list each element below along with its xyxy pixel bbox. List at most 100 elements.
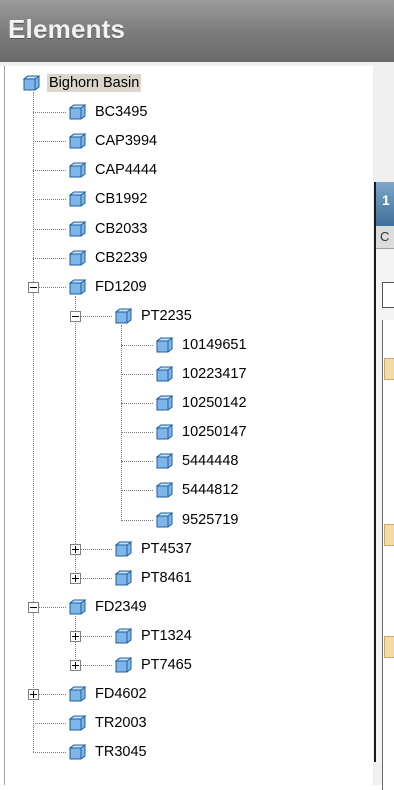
tree-item-label: BC3495	[95, 104, 148, 121]
tree-connector-line	[121, 490, 153, 492]
background-dialog-tabstrip: C	[376, 226, 394, 249]
tree-item[interactable]: PT1324	[115, 622, 194, 650]
minus-box-icon[interactable]	[28, 601, 39, 613]
tree-item[interactable]: CAP3994	[69, 127, 159, 155]
tree-item-label: CB2239	[95, 249, 148, 266]
tree-connector-line	[121, 432, 153, 434]
tree-item[interactable]: PT2235	[115, 302, 194, 330]
tree-item[interactable]: FD4602	[69, 680, 149, 708]
minus-box-icon[interactable]	[70, 310, 81, 322]
cube-icon	[69, 191, 87, 207]
tree-item[interactable]: CB2033	[69, 215, 149, 243]
tree-connector-line	[33, 723, 66, 725]
cube-icon	[69, 599, 87, 615]
tree-item[interactable]: 10223417	[156, 360, 249, 388]
plus-box-icon[interactable]	[70, 572, 81, 584]
tree-connector-line	[121, 374, 153, 375]
plus-box-icon[interactable]	[70, 543, 81, 555]
background-dialog-marker	[384, 524, 394, 546]
tree-guide-line	[33, 92, 34, 753]
cube-icon	[156, 453, 174, 469]
background-dialog-caption-text: 1	[382, 192, 390, 208]
tree-item[interactable]: PT8461	[115, 564, 194, 592]
tree-item[interactable]: PT7465	[115, 651, 194, 679]
tree-item[interactable]: BC3495	[69, 98, 149, 126]
tree-item-label: CAP4444	[95, 162, 158, 179]
tree-connector-line	[33, 141, 66, 143]
cube-icon	[156, 424, 174, 440]
tree-item[interactable]: PT4537	[115, 535, 194, 563]
tree-root-item[interactable]: Bighorn Basin	[23, 69, 142, 97]
tree-item[interactable]: CB1992	[69, 185, 149, 213]
tree-item[interactable]: 9525719	[156, 506, 240, 534]
cube-icon	[69, 133, 87, 149]
tree-item-label: CB2033	[95, 220, 148, 237]
panel-header: Elements	[0, 0, 394, 63]
tree-guide-line	[75, 295, 76, 578]
tree-item-label: 5444448	[182, 453, 239, 470]
tree-item-label: 10250142	[182, 395, 247, 412]
tree-item[interactable]: FD2349	[69, 593, 149, 621]
cube-icon	[156, 337, 174, 353]
cube-icon	[115, 657, 133, 673]
tree-item-label: FD4602	[95, 686, 147, 703]
tree-item-label: Bighorn Basin	[47, 74, 142, 92]
tree-item-label: 9525719	[182, 511, 239, 528]
tree-item[interactable]: FD1209	[69, 273, 149, 301]
tree-connector-line	[33, 112, 66, 114]
tree-item-label: CB1992	[95, 191, 148, 208]
tree-item-label: FD1209	[95, 278, 147, 295]
plus-box-icon[interactable]	[70, 630, 81, 642]
cube-icon	[69, 162, 87, 178]
cube-icon	[69, 686, 87, 702]
cube-icon	[69, 715, 87, 731]
tree-item[interactable]: 10149651	[156, 331, 249, 359]
cube-icon	[69, 279, 87, 295]
background-dialog: 1 C	[374, 182, 394, 790]
cube-icon	[156, 482, 174, 498]
tree-connector-line	[121, 461, 153, 463]
background-dialog-caption: 1	[376, 182, 394, 226]
tree-item[interactable]: CB2239	[69, 244, 149, 272]
cube-icon	[69, 250, 87, 266]
minus-box-icon[interactable]	[28, 281, 39, 293]
tree-item[interactable]: TR2003	[69, 709, 149, 737]
background-dialog-tab-text: C	[380, 229, 390, 244]
cube-icon	[69, 104, 87, 120]
tree-item-label: 10250147	[182, 424, 247, 441]
background-dialog-marker	[384, 636, 394, 658]
tree-item-label: PT8461	[141, 569, 192, 586]
background-dialog-list	[382, 320, 394, 790]
tree-item-label: 10149651	[182, 336, 247, 353]
tree-item-label: TR2003	[95, 715, 147, 732]
background-dialog-field	[382, 282, 394, 308]
cube-icon	[115, 628, 133, 644]
cube-icon	[23, 75, 41, 91]
tree-connector-line	[33, 199, 66, 201]
tree-connector-line	[33, 257, 66, 259]
tree-item[interactable]: 10250147	[156, 418, 249, 446]
tree-item[interactable]: CAP4444	[69, 156, 159, 184]
tree-connector-line	[121, 519, 153, 521]
tree-connector-line	[33, 170, 66, 172]
tree-item[interactable]: 10250142	[156, 389, 249, 417]
elements-tree-panel: Bighorn Basin BC3495 CAP3994 CAP4444 CB1992 C…	[4, 66, 373, 785]
tree-item[interactable]: 5444448	[156, 447, 240, 475]
tree-connector-line	[33, 228, 66, 230]
cube-icon	[156, 366, 174, 382]
cube-icon	[115, 541, 133, 557]
tree-item-label: CAP3994	[95, 133, 158, 150]
tree-item-label: PT7465	[141, 657, 192, 673]
cube-icon	[69, 744, 87, 760]
plus-box-icon[interactable]	[70, 660, 81, 671]
cube-icon	[156, 512, 174, 527]
tree-item-label: 10223417	[182, 366, 247, 382]
elements-tree[interactable]: Bighorn Basin BC3495 CAP3994 CAP4444 CB1992 C…	[5, 66, 373, 785]
tree-item[interactable]: TR3045	[69, 738, 149, 766]
plus-box-icon[interactable]	[28, 689, 39, 701]
tree-item-label: PT1324	[141, 627, 192, 644]
tree-item-label: PT2235	[141, 307, 192, 324]
tree-item[interactable]: 5444812	[156, 476, 240, 504]
cube-icon	[115, 570, 133, 586]
tree-item-label: TR3045	[95, 744, 147, 761]
